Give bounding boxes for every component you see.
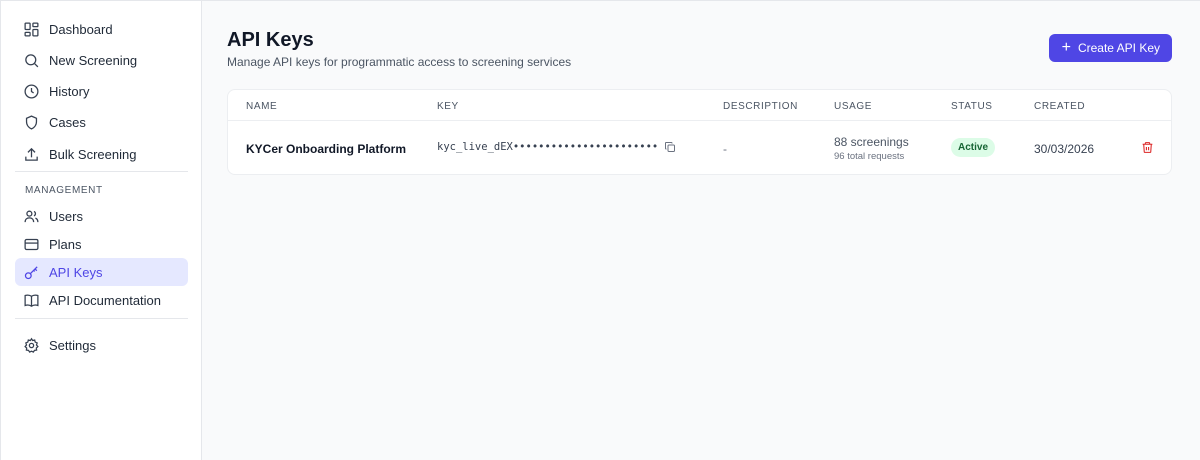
create-api-key-button[interactable]: + Create API Key [1048, 34, 1172, 62]
key-icon [24, 266, 38, 280]
api-key-value: kyc_live_dEX••••••••••••••••••••••• [437, 141, 659, 153]
column-header-usage: USAGE [834, 101, 873, 112]
sidebar-management-nav: Users Plans API Keys API Documentation [15, 202, 188, 314]
credit-card-icon [24, 238, 39, 251]
status-cell: Active [951, 138, 996, 157]
sidebar-item-new-screening[interactable]: New Screening [15, 46, 188, 74]
upload-icon [25, 147, 38, 161]
column-header-status: STATUS [951, 101, 993, 112]
clock-icon [24, 84, 39, 99]
book-icon [24, 294, 39, 307]
sidebar-item-label: Dashboard [49, 21, 113, 37]
page-header: API Keys Manage API keys for programmati… [227, 28, 1172, 69]
api-key-value-cell: kyc_live_dEX••••••••••••••••••••••• [437, 141, 676, 153]
usage-total-requests: 96 total requests [834, 151, 905, 162]
app: Dashboard New Screening History Cases Bu… [0, 0, 1200, 460]
status-badge: Active [951, 138, 996, 157]
sidebar-item-cases[interactable]: Cases [15, 109, 188, 137]
sidebar-item-label: History [49, 84, 90, 100]
sidebar-divider [15, 318, 188, 320]
delete-cell [1141, 141, 1154, 157]
sidebar-item-history[interactable]: History [15, 78, 188, 106]
page-title: API Keys [227, 29, 314, 51]
sidebar-item-label: New Screening [49, 52, 138, 68]
sidebar-item-users[interactable]: Users [15, 202, 188, 230]
main-content: API Keys Manage API keys for programmati… [202, 0, 1200, 460]
page-subtitle: Manage API keys for programmatic access … [227, 55, 572, 69]
sidebar-item-label: API Keys [49, 264, 103, 280]
sidebar-item-label: Cases [49, 115, 86, 131]
copy-icon[interactable] [664, 141, 676, 153]
sidebar-item-label: Plans [49, 236, 82, 252]
sidebar-item-api-documentation[interactable]: API Documentation [15, 286, 188, 314]
column-header-description: DESCRIPTION [723, 101, 798, 112]
sidebar-section-label: MANAGEMENT [25, 185, 103, 197]
sidebar-main-nav: Dashboard New Screening History Cases Bu… [15, 15, 188, 168]
table-header: NAME KEY DESCRIPTION USAGE STATUS CREATE… [228, 90, 1171, 121]
dashboard-icon [24, 21, 39, 37]
api-key-description: - [723, 142, 727, 156]
api-key-usage: 88 screenings 96 total requests [834, 135, 909, 162]
usage-screenings: 88 screenings [834, 135, 909, 149]
sidebar-item-label: Bulk Screening [49, 146, 137, 162]
api-keys-table: NAME KEY DESCRIPTION USAGE STATUS CREATE… [227, 89, 1172, 175]
api-key-created: 30/03/2026 [1034, 142, 1095, 156]
table-row: KYCer Onboarding Platform kyc_live_dEX••… [228, 121, 1171, 174]
trash-icon[interactable] [1141, 141, 1154, 154]
sidebar-item-bulk-screening[interactable]: Bulk Screening [15, 140, 188, 168]
sidebar-item-plans[interactable]: Plans [15, 230, 188, 258]
sidebar-item-api-keys[interactable]: API Keys [15, 258, 188, 287]
sidebar-item-dashboard[interactable]: Dashboard [15, 15, 188, 43]
plus-icon: + [1061, 38, 1071, 56]
sidebar-item-label: Users [49, 208, 83, 224]
column-header-key: KEY [437, 101, 459, 112]
sidebar-item-label: API Documentation [49, 292, 162, 308]
create-api-key-label: Create API Key [1077, 41, 1160, 55]
sidebar-item-settings[interactable]: Settings [15, 331, 188, 359]
column-header-name: NAME [246, 101, 278, 112]
users-icon [24, 210, 39, 223]
gear-icon [24, 337, 39, 353]
search-icon [25, 53, 39, 68]
api-key-name: KYCer Onboarding Platform [246, 142, 407, 156]
page-header-text: API Keys Manage API keys for programmati… [227, 28, 571, 69]
sidebar-item-label: Settings [49, 337, 96, 353]
column-header-created: CREATED [1034, 101, 1086, 112]
shield-icon [25, 115, 38, 130]
sidebar: Dashboard New Screening History Cases Bu… [0, 0, 202, 460]
